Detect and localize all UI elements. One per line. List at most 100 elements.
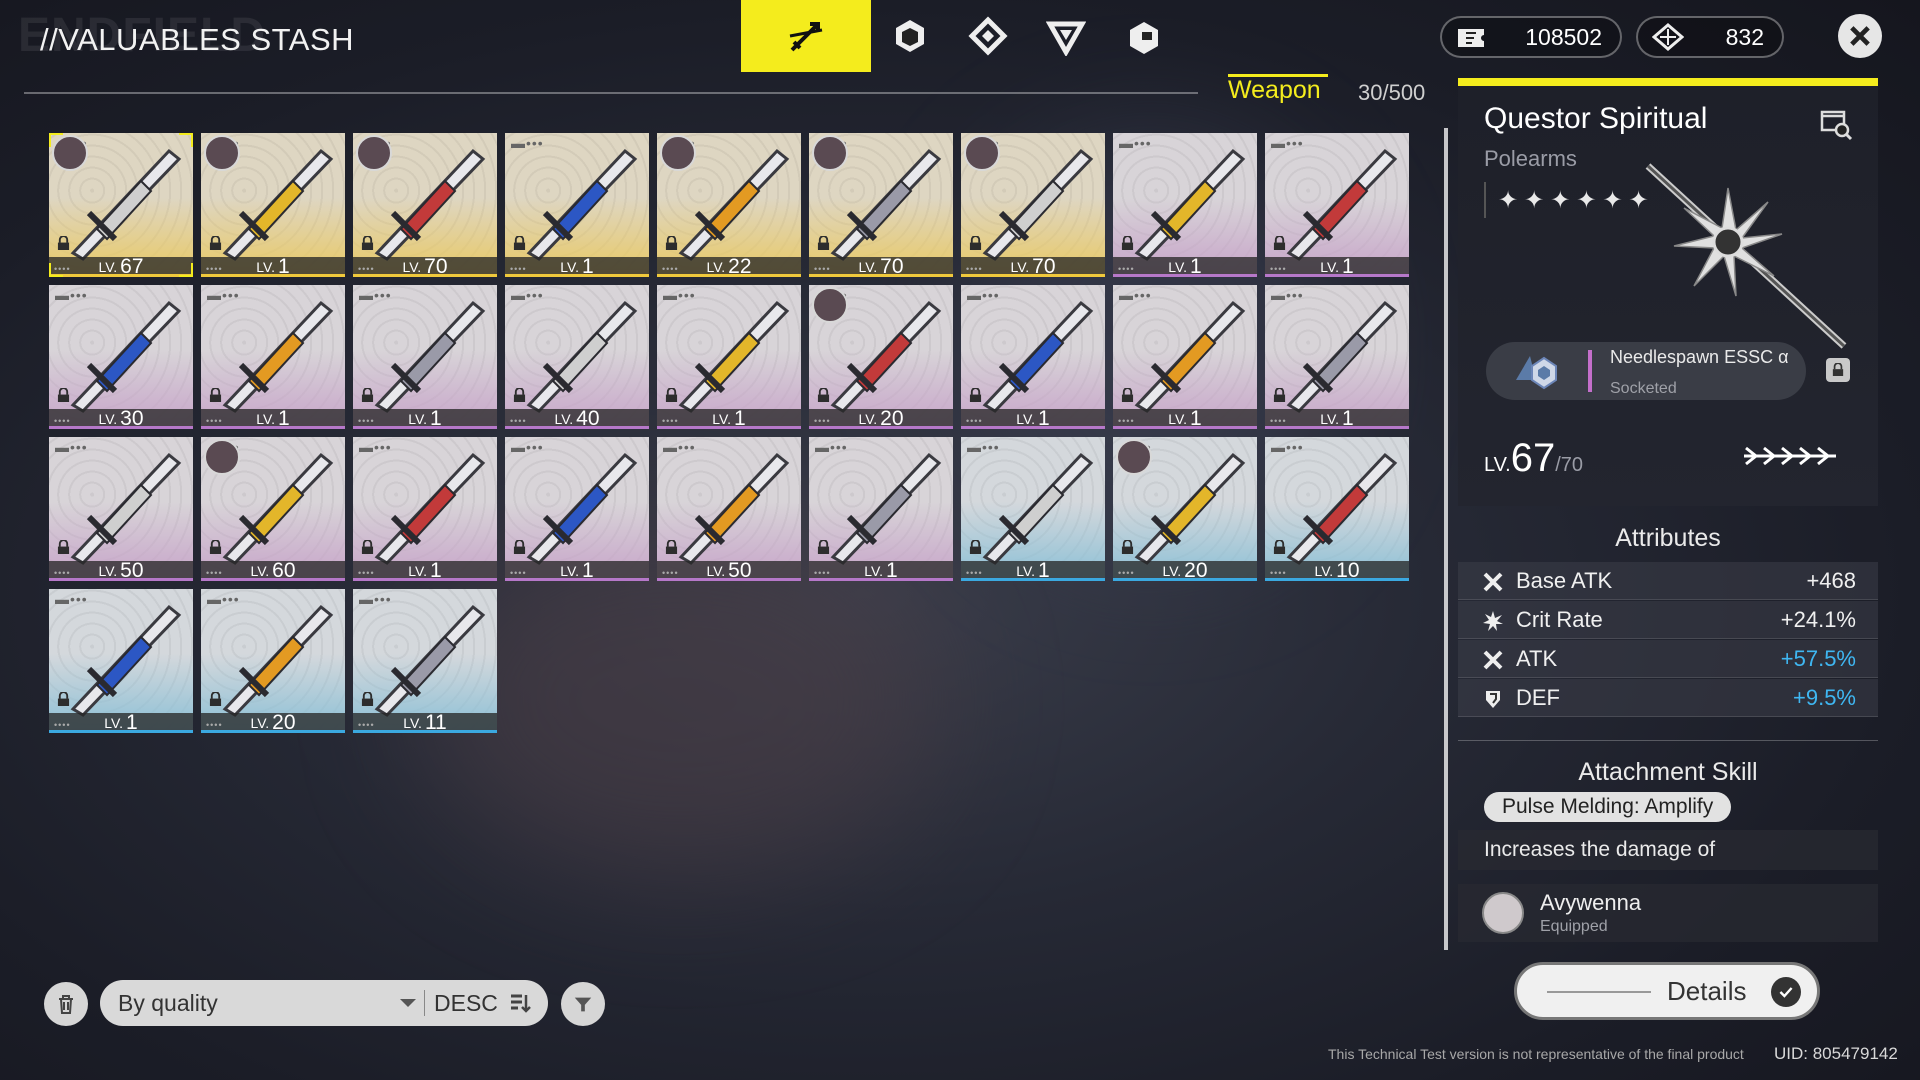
rarity-strip (353, 426, 497, 429)
weapon-card[interactable]: ▬•••••••LV.70 (809, 133, 953, 277)
currency-origeometry[interactable]: 832 (1636, 16, 1784, 58)
lock-icon (817, 388, 830, 402)
lock-icon (209, 692, 222, 706)
tab-weapon-label[interactable]: Weapon (1228, 76, 1321, 105)
weapon-card[interactable]: ▬••• •••• LV. 67 (49, 133, 193, 277)
weapon-card[interactable]: ▬••• •••• LV. 11 (353, 589, 497, 733)
equipped-operator[interactable]: Avywenna Equipped (1458, 884, 1878, 942)
long-blade-icon (70, 604, 182, 717)
weapon-card[interactable]: ▬••• •••• LV. 50 (657, 437, 801, 581)
potential-pips: •••• (54, 264, 71, 274)
rarity-strip (201, 274, 345, 277)
origeometry-icon (1652, 23, 1684, 51)
weapon-card[interactable]: ▬•••••••LV.1 (1265, 285, 1409, 429)
tab-material[interactable] (1027, 0, 1105, 72)
level-prefix: LV. (706, 563, 726, 579)
rarity-star-icon: ✦ (1550, 186, 1571, 214)
weapon-card[interactable]: ▬•••••••LV.1 (961, 285, 1105, 429)
sort-order-toggle[interactable]: DESC (434, 990, 532, 1017)
lock-icon (361, 692, 374, 706)
potential-pips: •••• (206, 416, 223, 426)
attributes-list: Base ATK +468 Crit Rate +24.1% ATK +57.5% DEF +… (1458, 562, 1878, 718)
lock-icon (209, 236, 222, 250)
rarity-strip (505, 426, 649, 429)
weapon-card[interactable]: ▬•••••••LV.20 (809, 285, 953, 429)
weapon-card[interactable]: ▬•••••••LV.70 (353, 133, 497, 277)
weapon-card[interactable]: ▬•••••••LV.60 (201, 437, 345, 581)
sword-slash-icon (789, 22, 823, 52)
attribute-name: Base ATK (1516, 567, 1613, 593)
level-prefix: LV. (256, 259, 275, 275)
essence-slot[interactable]: Needlespawn ESSC α Socketed (1486, 342, 1806, 400)
weapon-grid: ▬•••••••LV.67▬•••••••LV.1▬•••••••LV.70▬•… (49, 133, 1409, 733)
weapon-card[interactable]: ▬••• •••• LV. 30 (49, 285, 193, 429)
weapon-card[interactable]: ▬••• •••• LV. 50 (49, 437, 193, 581)
weapon-card[interactable]: ▬•••••••LV.1 (1265, 133, 1409, 277)
level-prefix: LV. (1314, 563, 1334, 579)
equipped-operator-avatar (356, 135, 392, 171)
weapon-card[interactable]: ▬•••••••LV.1 (505, 437, 649, 581)
potential-pips: •••• (1270, 264, 1287, 274)
essence-name: Needlespawn ESSC α (1610, 347, 1789, 367)
rarity-strip (49, 426, 193, 429)
weapon-card[interactable]: ▬•••••••LV.1 (809, 437, 953, 581)
weapon-card[interactable]: ▬•••••••LV.20 (201, 589, 345, 733)
weapon-card[interactable]: ▬•••••••LV.20 (1113, 437, 1257, 581)
potential-pips: •••• (1270, 568, 1287, 578)
skill-description: Increases the damage of (1458, 830, 1878, 870)
weapon-card[interactable]: ▬•••••••LV.22 (657, 133, 801, 277)
tab-weapon[interactable] (741, 0, 871, 72)
attribute-name: ATK (1516, 645, 1558, 671)
level-prefix: LV. (1168, 411, 1187, 427)
equipped-operator-avatar (1116, 439, 1152, 475)
grid-scrollbar[interactable] (1444, 128, 1448, 950)
red-gauntlet-icon (374, 300, 486, 413)
essence-lock-button[interactable] (1826, 358, 1850, 382)
potential-pips: •••• (510, 568, 527, 578)
potential-pips: •••• (966, 264, 983, 274)
category-tabs (741, 0, 1183, 72)
close-button[interactable] (1838, 14, 1882, 58)
weapon-card[interactable]: ▬•••••••LV.1 (657, 285, 801, 429)
rarity-strip (353, 730, 497, 733)
lock-icon (1121, 236, 1134, 250)
weapon-card[interactable]: ▬•••••••LV.1 (201, 285, 345, 429)
sort-dropdown[interactable]: By quality (118, 990, 418, 1017)
broad-sword-icon (982, 452, 1094, 565)
equipped-operator-avatar (204, 439, 240, 475)
skill-name-chip[interactable]: Pulse Melding: Amplify (1484, 792, 1732, 822)
weapon-card[interactable]: ▬•••••••LV.70 (961, 133, 1105, 277)
weapon-card[interactable]: ▬••• •••• LV. 10 (1265, 437, 1409, 581)
weapon-card[interactable]: ▬•••••••LV.1 (1113, 133, 1257, 277)
weapon-card[interactable]: ▬•••••••LV.1 (201, 133, 345, 277)
weapon-card[interactable]: ▬•••••••LV.1 (353, 437, 497, 581)
orange-cannon-icon (1134, 300, 1246, 413)
weapon-card[interactable]: ▬•••••••LV.1 (49, 589, 193, 733)
sort-desc-icon (510, 994, 531, 1013)
operator-equip-state: Equipped (1540, 918, 1608, 935)
potential-pips: •••• (358, 416, 375, 426)
weapon-card[interactable]: ▬••• •••• LV. 40 (505, 285, 649, 429)
lock-icon (817, 540, 830, 554)
tab-essence[interactable] (871, 0, 949, 72)
weapon-card[interactable]: ▬•••••••LV.1 (505, 133, 649, 277)
selection-corner (179, 263, 193, 277)
tab-misc[interactable] (1105, 0, 1183, 72)
close-icon (1850, 26, 1870, 46)
tab-gear[interactable] (949, 0, 1027, 72)
weapon-card[interactable]: ▬•••••••LV.1 (1113, 285, 1257, 429)
dismantle-button[interactable] (44, 982, 88, 1026)
level-prefix: LV. (554, 411, 574, 427)
currency-ticket[interactable]: 108502 (1440, 16, 1622, 58)
weapon-card[interactable]: ▬•••••••LV.1 (961, 437, 1105, 581)
details-button[interactable]: Details (1514, 962, 1820, 1020)
test-version-note: This Technical Test version is not repre… (1328, 1046, 1744, 1062)
red-greatsword-icon (526, 148, 638, 261)
weapon-name: Questor Spiritual (1484, 102, 1708, 135)
details-button-label: Details (1667, 975, 1747, 1006)
inspect-icon[interactable] (1818, 106, 1854, 142)
level-prefix: LV. (256, 411, 275, 427)
weapon-card[interactable]: ▬•••••••LV.1 (353, 285, 497, 429)
filter-button[interactable] (561, 982, 605, 1026)
level-prefix: LV. (712, 411, 731, 427)
